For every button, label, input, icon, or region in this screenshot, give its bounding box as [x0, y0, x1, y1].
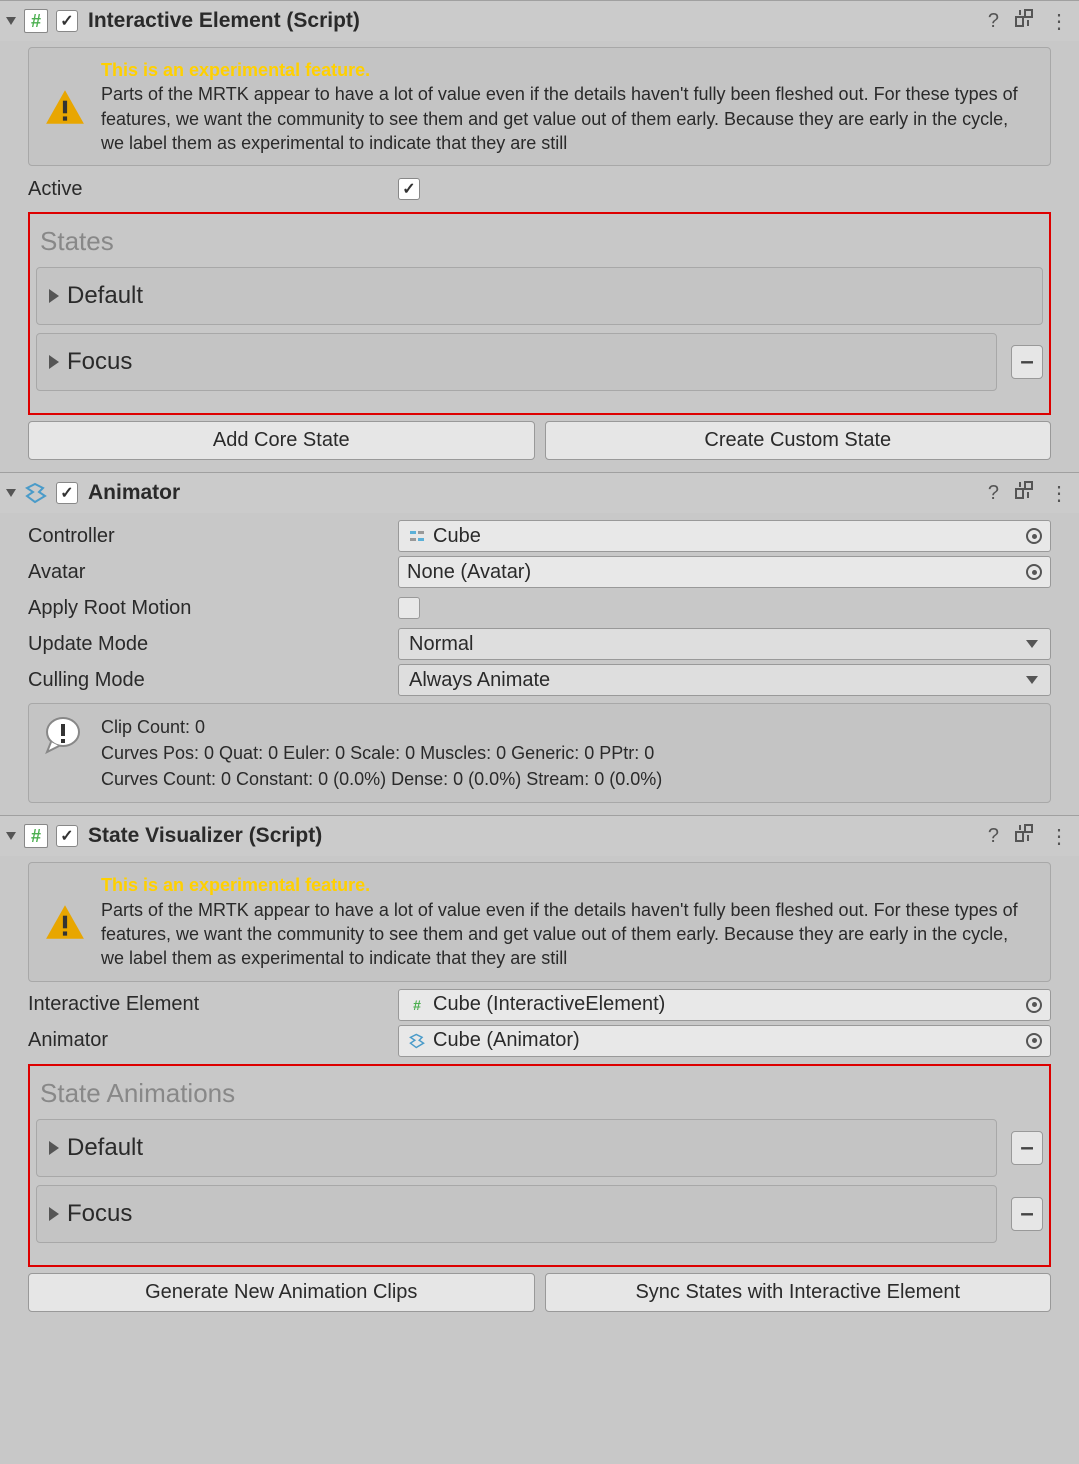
controller-field[interactable]: Cube	[398, 520, 1051, 552]
object-picker-icon[interactable]	[1026, 564, 1042, 580]
foldout-icon[interactable]	[6, 489, 16, 497]
culling-mode-dropdown[interactable]: Always Animate	[398, 664, 1051, 696]
animator-label: Animator	[28, 1029, 398, 1052]
foldout-icon[interactable]	[49, 1207, 59, 1221]
interactive-element-field[interactable]: # Cube (InteractiveElement)	[398, 989, 1051, 1021]
state-focus[interactable]: Focus	[36, 333, 997, 391]
object-picker-icon[interactable]	[1026, 997, 1042, 1013]
animator-info: Clip Count: 0 Curves Pos: 0 Quat: 0 Eule…	[28, 703, 1051, 803]
info-icon	[43, 714, 87, 758]
component-enabled-checkbox[interactable]	[56, 825, 78, 847]
culling-mode-label: Culling Mode	[28, 669, 398, 692]
object-picker-icon[interactable]	[1026, 1033, 1042, 1049]
component-title: Interactive Element (Script)	[88, 9, 988, 33]
component-animator: Animator ? ⋮ Controller Cube Avata	[0, 472, 1079, 815]
animator-icon	[24, 481, 48, 505]
avatar-value: None (Avatar)	[407, 561, 531, 584]
controller-label: Controller	[28, 525, 398, 548]
warning-body: Parts of the MRTK appear to have a lot o…	[101, 900, 1018, 969]
remove-state-button[interactable]: –	[1011, 345, 1043, 379]
foldout-icon[interactable]	[6, 832, 16, 840]
state-animations-section: State Animations Default – Focus –	[28, 1064, 1051, 1267]
warning-title: This is an experimental feature.	[101, 875, 370, 895]
info-line3: Curves Count: 0 Constant: 0 (0.0%) Dense…	[101, 766, 662, 792]
component-enabled-checkbox[interactable]	[56, 10, 78, 32]
help-icon[interactable]: ?	[988, 482, 999, 505]
remove-state-button[interactable]: –	[1011, 1197, 1043, 1231]
active-checkbox[interactable]	[398, 178, 420, 200]
sync-states-button[interactable]: Sync States with Interactive Element	[545, 1273, 1052, 1312]
info-line1: Clip Count: 0	[101, 714, 662, 740]
add-core-state-button[interactable]: Add Core State	[28, 421, 535, 460]
help-icon[interactable]: ?	[988, 825, 999, 848]
preset-icon[interactable]	[1015, 9, 1033, 33]
help-icon[interactable]: ?	[988, 10, 999, 33]
menu-icon[interactable]: ⋮	[1049, 9, 1069, 34]
controller-asset-icon	[407, 526, 427, 546]
script-icon: #	[24, 9, 48, 33]
animator-value: Cube (Animator)	[433, 1029, 580, 1052]
state-label: Default	[67, 1134, 143, 1162]
animator-field[interactable]: Cube (Animator)	[398, 1025, 1051, 1057]
state-default[interactable]: Default	[36, 267, 1043, 325]
script-ref-icon: #	[407, 995, 427, 1015]
experimental-warning: This is an experimental feature. Parts o…	[28, 47, 1051, 166]
state-anim-focus[interactable]: Focus	[36, 1185, 997, 1243]
foldout-icon[interactable]	[49, 289, 59, 303]
states-title: States	[36, 220, 1043, 267]
update-mode-dropdown[interactable]: Normal	[398, 628, 1051, 660]
create-custom-state-button[interactable]: Create Custom State	[545, 421, 1052, 460]
component-header[interactable]: # Interactive Element (Script) ? ⋮	[0, 1, 1079, 41]
component-interactive-element: # Interactive Element (Script) ? ⋮ This …	[0, 0, 1079, 472]
generate-clips-button[interactable]: Generate New Animation Clips	[28, 1273, 535, 1312]
warning-icon	[43, 873, 87, 970]
state-animations-title: State Animations	[36, 1072, 1043, 1119]
root-motion-checkbox[interactable]	[398, 597, 420, 619]
remove-state-button[interactable]: –	[1011, 1131, 1043, 1165]
foldout-icon[interactable]	[49, 1141, 59, 1155]
info-line2: Curves Pos: 0 Quat: 0 Euler: 0 Scale: 0 …	[101, 740, 662, 766]
preset-icon[interactable]	[1015, 824, 1033, 848]
interactive-element-label: Interactive Element	[28, 993, 398, 1016]
component-title: State Visualizer (Script)	[88, 824, 988, 848]
animator-ref-icon	[407, 1031, 427, 1051]
menu-icon[interactable]: ⋮	[1049, 481, 1069, 506]
state-label: Default	[67, 282, 143, 310]
state-label: Focus	[67, 348, 132, 376]
active-label: Active	[28, 178, 398, 201]
foldout-icon[interactable]	[49, 355, 59, 369]
component-state-visualizer: # State Visualizer (Script) ? ⋮ This is …	[0, 815, 1079, 1323]
avatar-field[interactable]: None (Avatar)	[398, 556, 1051, 588]
object-picker-icon[interactable]	[1026, 528, 1042, 544]
foldout-icon[interactable]	[6, 17, 16, 25]
states-section: States Default Focus –	[28, 212, 1051, 415]
state-anim-default[interactable]: Default	[36, 1119, 997, 1177]
experimental-warning: This is an experimental feature. Parts o…	[28, 862, 1051, 981]
script-icon: #	[24, 824, 48, 848]
interactive-element-value: Cube (InteractiveElement)	[433, 993, 665, 1016]
update-mode-label: Update Mode	[28, 633, 398, 656]
preset-icon[interactable]	[1015, 481, 1033, 505]
controller-value: Cube	[433, 525, 481, 548]
state-label: Focus	[67, 1200, 132, 1228]
root-motion-label: Apply Root Motion	[28, 597, 398, 620]
component-title: Animator	[88, 481, 988, 505]
warning-body: Parts of the MRTK appear to have a lot o…	[101, 84, 1018, 153]
component-header[interactable]: Animator ? ⋮	[0, 473, 1079, 513]
component-enabled-checkbox[interactable]	[56, 482, 78, 504]
avatar-label: Avatar	[28, 561, 398, 584]
warning-title: This is an experimental feature.	[101, 60, 370, 80]
component-header[interactable]: # State Visualizer (Script) ? ⋮	[0, 816, 1079, 856]
warning-icon	[43, 58, 87, 155]
menu-icon[interactable]: ⋮	[1049, 824, 1069, 849]
